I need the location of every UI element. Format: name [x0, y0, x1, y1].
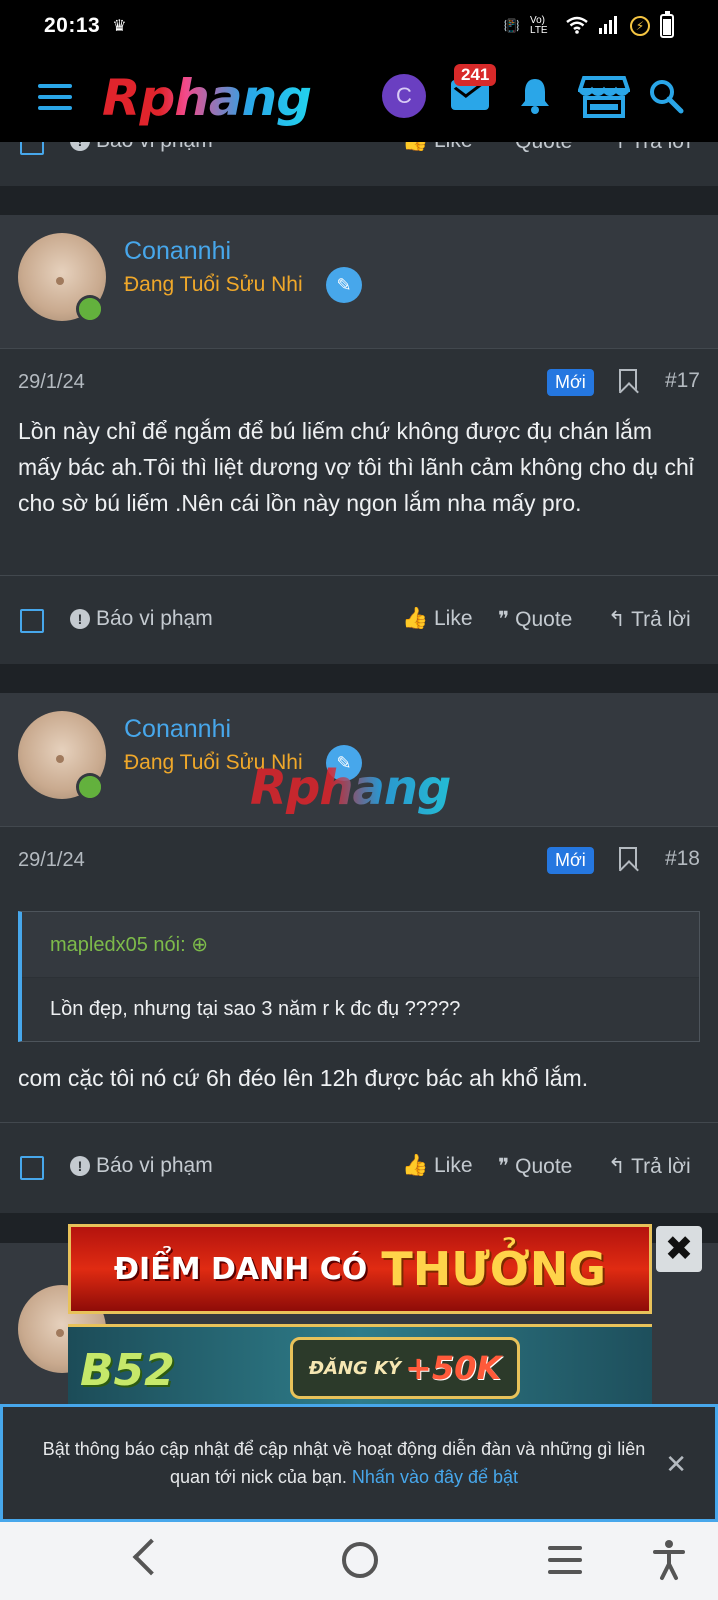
battery-icon	[660, 11, 674, 38]
recent-apps-icon[interactable]	[548, 1546, 582, 1574]
quote-text: Lồn đẹp, nhưng tại sao 3 năm r k đc đụ ?…	[22, 978, 699, 1041]
site-logo[interactable]: Rphang	[102, 68, 312, 128]
new-badge: Mới	[547, 369, 594, 396]
menu-icon[interactable]	[38, 84, 72, 110]
quote-button[interactable]: ❞ Quote	[498, 1154, 572, 1179]
post-date[interactable]: 29/1/24	[18, 849, 85, 872]
jump-to-quote-icon[interactable]: ⊕	[191, 934, 208, 956]
like-button[interactable]: 👍 Like	[402, 607, 473, 631]
crown-icon: ♛	[112, 18, 127, 35]
bookmark-icon[interactable]	[619, 847, 637, 871]
report-button[interactable]: !Báo vi phạm	[70, 1154, 213, 1178]
search-icon[interactable]	[648, 78, 684, 114]
site-header: Rphang C 241	[0, 52, 718, 142]
status-time: 20:13	[44, 14, 101, 37]
inbox-count-badge: 241	[454, 64, 497, 86]
post-number[interactable]: #18	[665, 847, 700, 871]
vibrate-icon: 📳	[503, 18, 520, 33]
verified-icon: ✎	[326, 267, 362, 303]
author-username[interactable]: Conannhi	[124, 715, 231, 744]
ad-register-cta[interactable]: ĐĂNG KÝ +50K	[290, 1337, 520, 1399]
volte-label: Vo) LTE	[530, 15, 548, 36]
post-meta: 29/1/24 Mới #18	[0, 827, 718, 911]
quote-button[interactable]: ❞ Quote	[498, 607, 572, 632]
reply-button[interactable]: ↰ Trả lời	[608, 1154, 691, 1179]
new-badge: Mới	[547, 847, 594, 874]
post-number[interactable]: #17	[665, 369, 700, 393]
status-bar: 20:13 ♛ 📳 Vo) LTE ⚡	[0, 0, 718, 52]
alert-icon: !	[70, 1156, 90, 1176]
reply-button[interactable]: ↰ Trả lời	[608, 607, 691, 632]
watermark-logo: Rphang	[250, 760, 451, 816]
post-actions: ! Báo vi phạm 👍 Like ❞ Quote ↰ Trả lời	[0, 575, 718, 665]
home-icon[interactable]	[342, 1542, 378, 1578]
ad-close-button[interactable]: ✖	[656, 1226, 702, 1272]
author-username[interactable]: Conannhi	[124, 237, 231, 266]
post-meta: 29/1/24 Mới #17	[0, 349, 718, 413]
ad-banner-b52[interactable]: B52 ĐĂNG KÝ +50K	[68, 1324, 652, 1404]
post-body: Lồn này chỉ để ngắm để bú liếm chứ không…	[18, 418, 694, 516]
select-checkbox[interactable]	[20, 1156, 44, 1180]
power-saving-icon: ⚡	[630, 16, 650, 36]
report-button[interactable]: !Báo vi phạm	[70, 607, 213, 631]
quote-author[interactable]: mapledx05 nói: ⊕	[22, 912, 699, 978]
status-icons: 📳 Vo) LTE ⚡	[503, 11, 674, 38]
close-icon[interactable]: ✕	[665, 1449, 687, 1480]
post-17: Conannhi Đang Tuổi Sửu Nhi ✎ 29/1/24 Mới…	[0, 215, 718, 664]
bell-icon[interactable]	[518, 76, 552, 114]
post-date[interactable]: 29/1/24	[18, 371, 85, 394]
signal-icon	[598, 15, 620, 38]
ad-banner-daily-checkin[interactable]: ĐIỂM DANH CÓ THƯỞNG	[68, 1224, 652, 1314]
notification-text: Bật thông báo cập nhật để cập nhật về ho…	[42, 1439, 646, 1487]
quote-block: mapledx05 nói: ⊕ Lồn đẹp, nhưng tại sao …	[18, 911, 700, 1042]
alert-icon: !	[70, 609, 90, 629]
post-actions: ! Báo vi phạm 👍 Like ❞ Quote ↰ Trả lời	[0, 1122, 718, 1212]
enable-notifications-link[interactable]: Nhấn vào đây để bật	[352, 1467, 518, 1487]
online-status-icon	[76, 773, 104, 801]
like-button[interactable]: 👍 Like	[402, 1154, 473, 1178]
store-icon[interactable]	[578, 74, 630, 118]
online-status-icon	[76, 295, 104, 323]
back-icon[interactable]	[132, 1538, 170, 1576]
push-notification-banner: Bật thông báo cập nhật để cập nhật về ho…	[0, 1404, 718, 1522]
accessibility-icon[interactable]	[652, 1538, 686, 1582]
bookmark-icon[interactable]	[619, 369, 637, 393]
user-avatar[interactable]: C	[382, 74, 426, 118]
system-nav-bar	[0, 1522, 718, 1600]
post-author-header: Conannhi Đang Tuổi Sửu Nhi ✎	[0, 215, 718, 349]
wifi-icon	[566, 16, 588, 37]
select-checkbox[interactable]	[20, 609, 44, 633]
author-title: Đang Tuổi Sửu Nhi	[124, 273, 303, 296]
post-body: com cặc tôi nó cứ 6h đéo lên 12h được bá…	[18, 1065, 589, 1091]
